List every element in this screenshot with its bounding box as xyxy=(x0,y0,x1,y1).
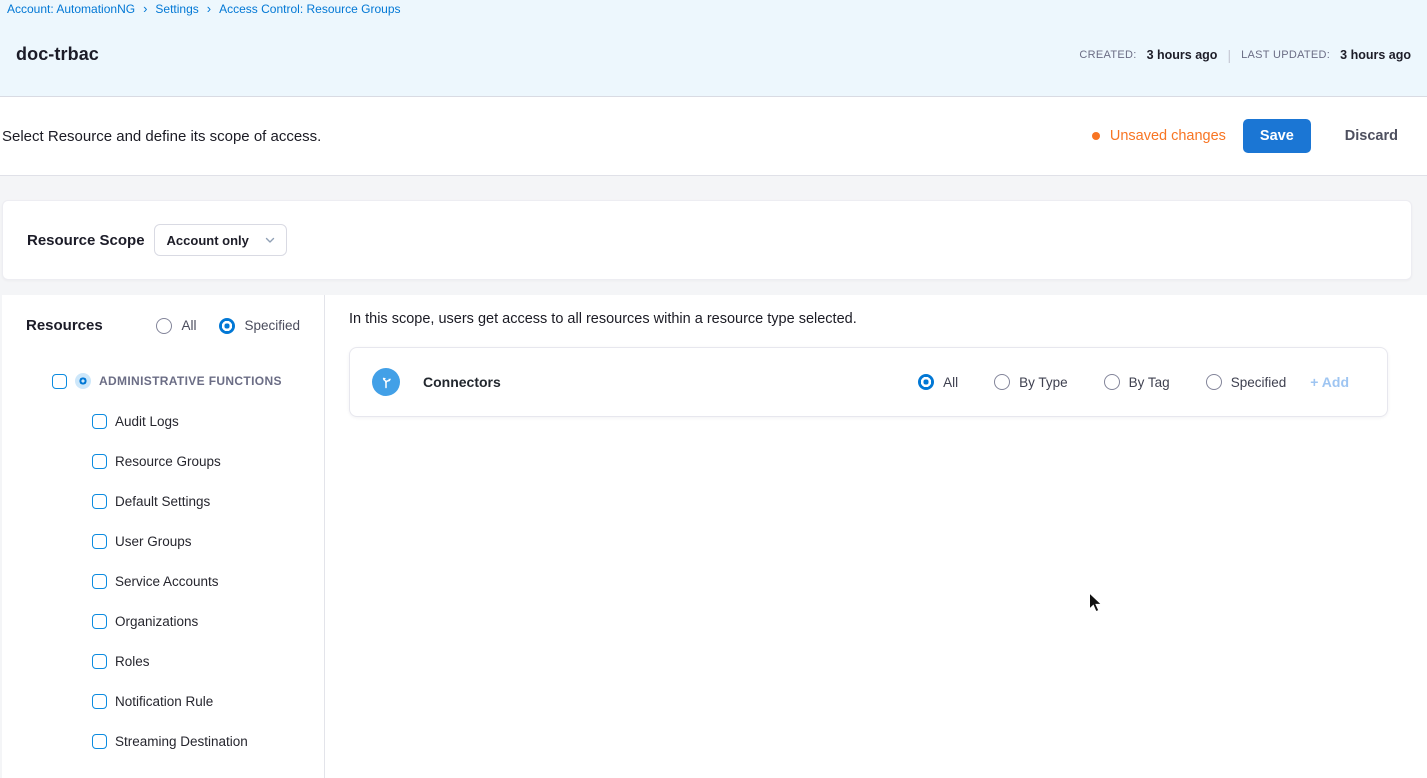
tree-item-label: Default Settings xyxy=(115,494,210,509)
page-header: Account: AutomationNG › Settings › Acces… xyxy=(0,0,1427,97)
radio-label: Specified xyxy=(1231,375,1287,390)
group-label: ADMINISTRATIVE FUNCTIONS xyxy=(99,374,282,388)
radio-icon[interactable] xyxy=(1206,374,1222,390)
resources-mode-radio-group: All Specified xyxy=(156,318,300,334)
last-updated-label: LAST UPDATED: xyxy=(1241,49,1330,61)
tree-item-label: Service Accounts xyxy=(115,574,219,589)
checkbox[interactable] xyxy=(92,654,107,669)
breadcrumb-account[interactable]: Account: AutomationNG xyxy=(7,2,135,16)
breadcrumb-separator-icon: › xyxy=(143,3,147,15)
toolbar: Select Resource and define its scope of … xyxy=(0,97,1427,176)
radio-icon[interactable] xyxy=(994,374,1010,390)
tree-item-resource-groups[interactable]: Resource Groups xyxy=(2,441,324,481)
tree-item-service-accounts[interactable]: Service Accounts xyxy=(2,561,324,601)
breadcrumb-separator-icon: › xyxy=(207,3,211,15)
checkbox[interactable] xyxy=(92,614,107,629)
connectors-option-all[interactable]: All xyxy=(918,374,958,390)
connectors-card: Connectors All By Type By Tag Specified xyxy=(349,347,1388,417)
tree-item-default-settings[interactable]: Default Settings xyxy=(2,481,324,521)
radio-label: All xyxy=(943,375,958,390)
discard-button[interactable]: Discard xyxy=(1345,128,1398,144)
radio-label: By Type xyxy=(1019,375,1068,390)
resources-tree: Audit Logs Resource Groups Default Setti… xyxy=(2,401,324,761)
unsaved-changes-label: Unsaved changes xyxy=(1110,128,1226,144)
tree-item-label: Streaming Destination xyxy=(115,734,248,749)
connectors-option-specified[interactable]: Specified xyxy=(1206,374,1287,390)
resource-group-administrative-functions[interactable]: ADMINISTRATIVE FUNCTIONS xyxy=(2,373,324,389)
radio-icon[interactable] xyxy=(1104,374,1120,390)
page-title: doc-trbac xyxy=(16,44,99,65)
radio-label: By Tag xyxy=(1129,375,1170,390)
tree-item-streaming-destination[interactable]: Streaming Destination xyxy=(2,721,324,761)
resources-mode-specified[interactable]: Specified xyxy=(219,318,300,334)
toolbar-description: Select Resource and define its scope of … xyxy=(2,128,321,145)
connectors-radio-group: All By Type By Tag Specified xyxy=(918,374,1286,390)
resource-scope-value: Account only xyxy=(167,233,249,248)
checkbox[interactable] xyxy=(52,374,67,389)
checkbox[interactable] xyxy=(92,494,107,509)
unsaved-changes-indicator: Unsaved changes xyxy=(1092,128,1226,144)
connectors-title: Connectors xyxy=(423,374,501,390)
checkbox[interactable] xyxy=(92,734,107,749)
tree-item-audit-logs[interactable]: Audit Logs xyxy=(2,401,324,441)
checkbox[interactable] xyxy=(92,454,107,469)
radio-selected-icon[interactable] xyxy=(219,318,235,334)
tree-item-label: Roles xyxy=(115,654,150,669)
resource-scope-label: Resource Scope xyxy=(27,232,145,249)
created-label: CREATED: xyxy=(1079,49,1136,61)
resource-scope-select[interactable]: Account only xyxy=(154,224,287,256)
scope-note: In this scope, users get access to all r… xyxy=(349,311,1427,327)
radio-selected-icon[interactable] xyxy=(918,374,934,390)
connectors-icon xyxy=(372,368,400,396)
save-button[interactable]: Save xyxy=(1243,119,1311,153)
created-value: 3 hours ago xyxy=(1147,48,1218,62)
breadcrumb-access-control[interactable]: Access Control: Resource Groups xyxy=(219,2,400,16)
checkbox[interactable] xyxy=(92,574,107,589)
checkbox[interactable] xyxy=(92,534,107,549)
checkbox[interactable] xyxy=(92,694,107,709)
resources-mode-all[interactable]: All xyxy=(156,318,196,334)
resources-section: Resources All Specified ADMINISTRATIVE F… xyxy=(2,295,1427,778)
connectors-option-by-tag[interactable]: By Tag xyxy=(1104,374,1170,390)
tree-item-organizations[interactable]: Organizations xyxy=(2,601,324,641)
meta-divider: | xyxy=(1227,47,1231,63)
tree-item-roles[interactable]: Roles xyxy=(2,641,324,681)
radio-label: Specified xyxy=(244,318,300,333)
last-updated-value: 3 hours ago xyxy=(1340,48,1411,62)
resources-title: Resources xyxy=(26,317,103,334)
connectors-option-by-type[interactable]: By Type xyxy=(994,374,1068,390)
tree-item-label: Audit Logs xyxy=(115,414,179,429)
tree-item-user-groups[interactable]: User Groups xyxy=(2,521,324,561)
tree-item-label: Notification Rule xyxy=(115,694,213,709)
resources-panel: Resources All Specified ADMINISTRATIVE F… xyxy=(2,295,324,778)
chevron-down-icon xyxy=(264,234,276,246)
tree-item-label: Resource Groups xyxy=(115,454,221,469)
radio-label: All xyxy=(181,318,196,333)
unsaved-dot-icon xyxy=(1092,132,1100,140)
tree-item-label: Organizations xyxy=(115,614,198,629)
tree-item-notification-rule[interactable]: Notification Rule xyxy=(2,681,324,721)
radio-icon[interactable] xyxy=(156,318,172,334)
checkbox[interactable] xyxy=(92,414,107,429)
account-scope-icon xyxy=(75,373,91,389)
add-button[interactable]: + Add xyxy=(1310,374,1349,390)
resource-scope-card: Resource Scope Account only xyxy=(2,200,1412,280)
header-meta: CREATED: 3 hours ago | LAST UPDATED: 3 h… xyxy=(1079,47,1411,63)
breadcrumb-settings[interactable]: Settings xyxy=(155,2,198,16)
tree-item-label: User Groups xyxy=(115,534,192,549)
resource-detail-panel: In this scope, users get access to all r… xyxy=(324,295,1427,778)
breadcrumb: Account: AutomationNG › Settings › Acces… xyxy=(0,0,1427,16)
